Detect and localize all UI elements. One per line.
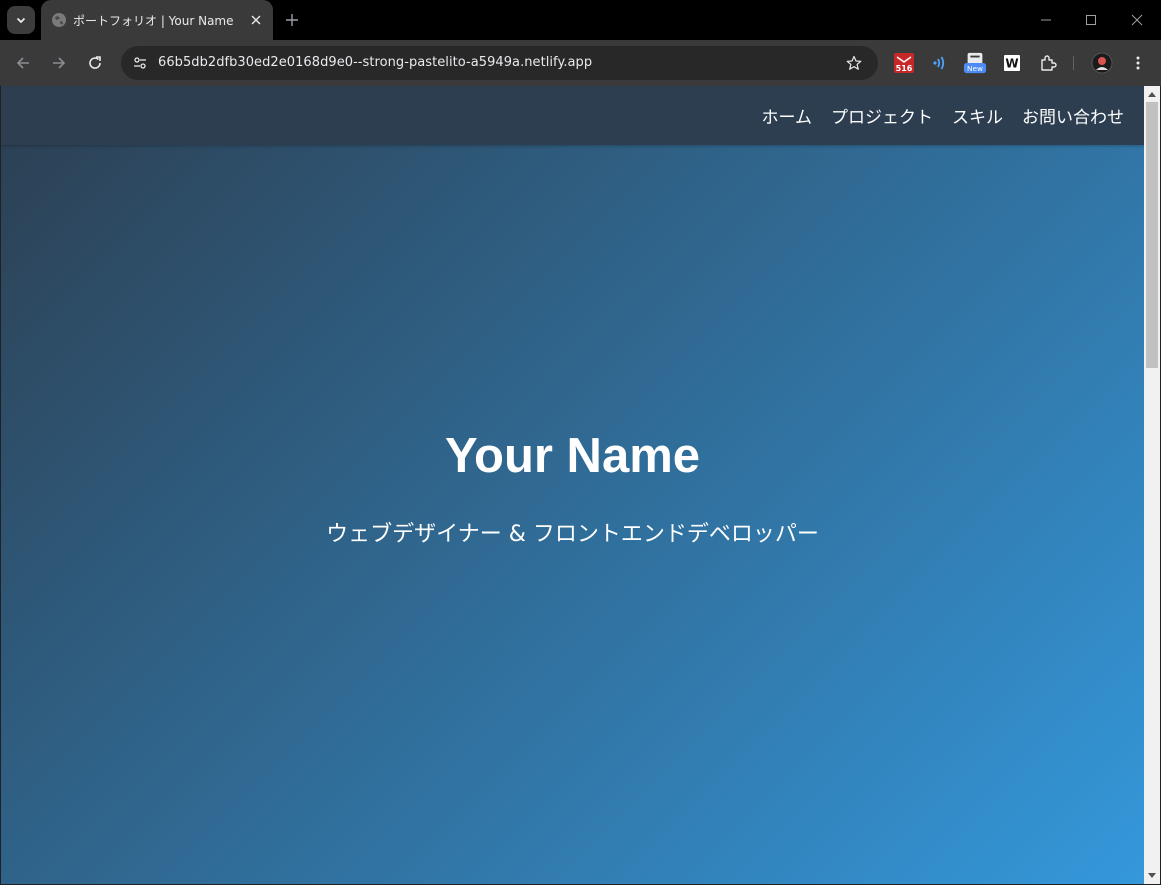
page-scrollbar[interactable] bbox=[1144, 86, 1160, 884]
bookmark-button[interactable] bbox=[842, 51, 866, 75]
hero-title: Your Name bbox=[444, 429, 701, 483]
nav-link-contact[interactable]: お問い合わせ bbox=[1022, 103, 1124, 128]
nav-link-home[interactable]: ホーム bbox=[762, 103, 813, 128]
active-tab[interactable]: ポートフォリオ | Your Name bbox=[41, 0, 273, 40]
new-extension-button[interactable]: New bbox=[963, 51, 987, 75]
reload-icon bbox=[89, 56, 101, 69]
hero-subtitle: ウェブデザイナー & フロントエンドデベロッパー bbox=[326, 522, 819, 547]
reload-button[interactable] bbox=[83, 51, 107, 75]
extensions-menu-button[interactable] bbox=[1036, 51, 1060, 75]
svg-text:W: W bbox=[1005, 57, 1018, 71]
address-bar[interactable]: 66b5db2dfb30ed2e0168d9e0--strong-pasteli… bbox=[121, 46, 878, 80]
site-nav: ホーム プロジェクト スキル お問い合わせ bbox=[762, 103, 1125, 128]
profile-button[interactable] bbox=[1090, 51, 1114, 75]
svg-text:New: New bbox=[967, 64, 983, 73]
plus-icon bbox=[286, 14, 298, 26]
more-menu-button[interactable] bbox=[1126, 51, 1150, 75]
close-window-button[interactable] bbox=[1126, 9, 1148, 31]
gmail-extension-button[interactable]: 516 bbox=[892, 51, 916, 75]
audio-wave-extension-button[interactable] bbox=[928, 51, 952, 75]
arrow-right-icon bbox=[53, 57, 66, 69]
globe-icon bbox=[52, 13, 66, 27]
maximize-button[interactable] bbox=[1080, 9, 1102, 31]
back-button[interactable] bbox=[11, 51, 35, 75]
tab-strip: ポートフォリオ | Your Name bbox=[0, 0, 1161, 40]
close-icon bbox=[251, 15, 261, 25]
minimize-button[interactable] bbox=[1035, 9, 1057, 31]
new-tab-button[interactable] bbox=[281, 9, 303, 31]
star-icon bbox=[846, 55, 862, 70]
scroll-down-button[interactable] bbox=[1144, 868, 1160, 884]
forward-button[interactable] bbox=[47, 51, 71, 75]
minimize-icon bbox=[1041, 19, 1051, 21]
tab-search-button[interactable] bbox=[7, 6, 35, 34]
scrollbar-thumb[interactable] bbox=[1146, 102, 1158, 368]
tab-close-button[interactable] bbox=[247, 11, 265, 29]
more-vert-icon bbox=[1136, 56, 1140, 70]
profile-avatar bbox=[1091, 52, 1113, 74]
browser-toolbar: 66b5db2dfb30ed2e0168d9e0--strong-pasteli… bbox=[0, 40, 1161, 86]
arrow-left-icon bbox=[16, 57, 29, 69]
nav-link-projects[interactable]: プロジェクト bbox=[831, 103, 933, 128]
arrow-up-icon bbox=[1148, 92, 1156, 97]
audio-wave-extension-icon bbox=[933, 56, 945, 70]
toolbar-divider bbox=[1073, 56, 1074, 70]
browser-window: ポートフォリオ | Your Name 66b5db2dfb30ed2e0168… bbox=[0, 0, 1161, 885]
nav-link-skills[interactable]: スキル bbox=[952, 103, 1003, 128]
new-extension-icon: New bbox=[963, 52, 987, 74]
svg-text:516: 516 bbox=[896, 64, 913, 73]
chevron-down-icon bbox=[16, 17, 26, 24]
tab-title: ポートフォリオ | Your Name bbox=[73, 14, 234, 28]
w-extension-icon: W bbox=[1004, 55, 1020, 71]
site-header: ホーム プロジェクト スキル お問い合わせ bbox=[1, 86, 1144, 145]
w-extension-button[interactable]: W bbox=[1000, 51, 1024, 75]
url-text[interactable]: 66b5db2dfb30ed2e0168d9e0--strong-pasteli… bbox=[158, 55, 592, 70]
gmail-extension-icon: 516 bbox=[894, 53, 914, 73]
page-viewport: ホーム プロジェクト スキル お問い合わせ Your Name ウェブデザイナー… bbox=[1, 86, 1144, 884]
scroll-up-button[interactable] bbox=[1144, 86, 1160, 102]
maximize-icon bbox=[1086, 15, 1096, 25]
puzzle-icon bbox=[1041, 55, 1057, 71]
arrow-down-icon bbox=[1148, 873, 1156, 878]
close-icon bbox=[1131, 14, 1143, 26]
site-info-button[interactable] bbox=[128, 51, 152, 75]
tune-icon bbox=[134, 57, 146, 69]
